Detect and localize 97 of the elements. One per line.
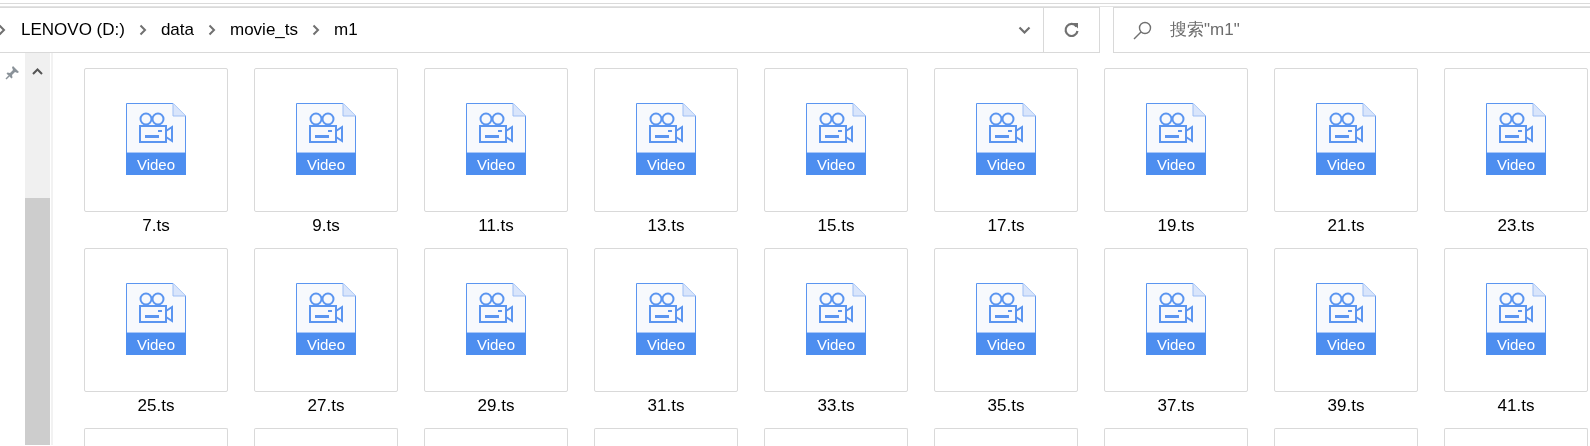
file-name: 31.ts: [647, 396, 685, 416]
refresh-icon: [1063, 21, 1080, 39]
file-type-badge: Video: [296, 153, 356, 175]
file-name: 7.ts: [142, 216, 170, 236]
file-tile[interactable]: [1444, 428, 1588, 446]
file-tile[interactable]: Video: [424, 68, 568, 212]
file-tile[interactable]: Video: [1274, 68, 1418, 212]
file-tile[interactable]: [424, 428, 568, 446]
file-tile[interactable]: Video: [1444, 68, 1588, 212]
file-type-badge: Video: [1486, 153, 1546, 175]
video-camera-icon: [976, 283, 1036, 333]
file-tile[interactable]: Video: [84, 248, 228, 392]
file-type-badge: Video: [126, 153, 186, 175]
file-name: 17.ts: [987, 216, 1025, 236]
file-tile[interactable]: Video: [1104, 68, 1248, 212]
file-type-badge: Video: [466, 153, 526, 175]
file-tile[interactable]: [764, 428, 908, 446]
file-name: 19.ts: [1157, 216, 1195, 236]
video-camera-icon: [296, 283, 356, 333]
file-tile[interactable]: Video: [424, 248, 568, 392]
video-camera-icon: [1146, 103, 1206, 153]
file-name: 37.ts: [1157, 396, 1195, 416]
file-name: 9.ts: [312, 216, 340, 236]
file-tile[interactable]: Video: [594, 68, 738, 212]
video-camera-icon: [466, 283, 526, 333]
file-type-badge: Video: [1316, 153, 1376, 175]
file-tile[interactable]: [1274, 428, 1418, 446]
file-name: 39.ts: [1327, 396, 1365, 416]
search-field[interactable]: 搜索"m1": [1113, 7, 1590, 53]
video-camera-icon: [1316, 283, 1376, 333]
file-type-badge: Video: [466, 333, 526, 355]
video-camera-icon: [1146, 283, 1206, 333]
file-tile[interactable]: Video: [1444, 248, 1588, 392]
video-camera-icon: [126, 283, 186, 333]
file-name: 25.ts: [137, 396, 175, 416]
file-name: 27.ts: [307, 396, 345, 416]
video-camera-icon: [636, 283, 696, 333]
file-type-badge: Video: [1146, 153, 1206, 175]
file-tile[interactable]: [84, 428, 228, 446]
chevron-icon: [312, 24, 321, 36]
breadcrumb-item[interactable]: data: [155, 20, 199, 40]
file-type-badge: Video: [296, 333, 356, 355]
chevron-icon: [138, 24, 147, 36]
chevron-icon: [0, 24, 6, 36]
file-tile[interactable]: Video: [254, 248, 398, 392]
file-tile[interactable]: [594, 428, 738, 446]
address-bar[interactable]: LENOVO (D:) data movie_ts m1: [0, 7, 1100, 53]
file-tile[interactable]: Video: [84, 68, 228, 212]
file-name: 21.ts: [1327, 216, 1365, 236]
file-type-badge: Video: [806, 153, 866, 175]
video-camera-icon: [1316, 103, 1376, 153]
file-tile[interactable]: Video: [764, 248, 908, 392]
video-camera-icon: [126, 103, 186, 153]
file-type-badge: Video: [636, 333, 696, 355]
file-name: 23.ts: [1497, 216, 1535, 236]
chevron-icon: [208, 24, 216, 36]
file-type-badge: Video: [976, 333, 1036, 355]
file-tile[interactable]: [1104, 428, 1248, 446]
file-tile[interactable]: [934, 428, 1078, 446]
file-type-badge: Video: [976, 153, 1036, 175]
video-camera-icon: [636, 103, 696, 153]
file-tile[interactable]: Video: [1104, 248, 1248, 392]
file-tile[interactable]: Video: [254, 68, 398, 212]
chevron-down-icon: [1017, 26, 1031, 34]
video-camera-icon: [1486, 103, 1546, 153]
file-name: 11.ts: [478, 216, 514, 236]
chevron-up-icon: [32, 67, 43, 75]
file-tile[interactable]: Video: [764, 68, 908, 212]
file-tile[interactable]: Video: [934, 248, 1078, 392]
file-type-badge: Video: [636, 153, 696, 175]
video-camera-icon: [296, 103, 356, 153]
file-name: 29.ts: [477, 396, 515, 416]
video-camera-icon: [806, 283, 866, 333]
file-type-badge: Video: [806, 333, 866, 355]
breadcrumb-item[interactable]: LENOVO (D:): [16, 20, 130, 40]
breadcrumb-item[interactable]: m1: [329, 20, 363, 40]
file-tile[interactable]: [254, 428, 398, 446]
breadcrumb-item[interactable]: movie_ts: [225, 20, 304, 40]
file-name: 35.ts: [987, 396, 1025, 416]
scrollbar-thumb[interactable]: [25, 198, 50, 445]
file-name: 13.ts: [647, 216, 685, 236]
file-type-badge: Video: [1486, 333, 1546, 355]
video-camera-icon: [806, 103, 866, 153]
file-type-badge: Video: [126, 333, 186, 355]
video-camera-icon: [976, 103, 1036, 153]
file-type-badge: Video: [1316, 333, 1376, 355]
file-tile[interactable]: Video: [934, 68, 1078, 212]
file-type-badge: Video: [1146, 333, 1206, 355]
file-name: 33.ts: [817, 396, 855, 416]
file-name: 15.ts: [817, 216, 855, 236]
video-camera-icon: [466, 103, 526, 153]
video-camera-icon: [1486, 283, 1546, 333]
file-tile[interactable]: Video: [1274, 248, 1418, 392]
search-icon: [1133, 21, 1152, 40]
pin-icon[interactable]: [5, 65, 20, 80]
file-tile[interactable]: Video: [594, 248, 738, 392]
file-name: 41.ts: [1497, 396, 1535, 416]
